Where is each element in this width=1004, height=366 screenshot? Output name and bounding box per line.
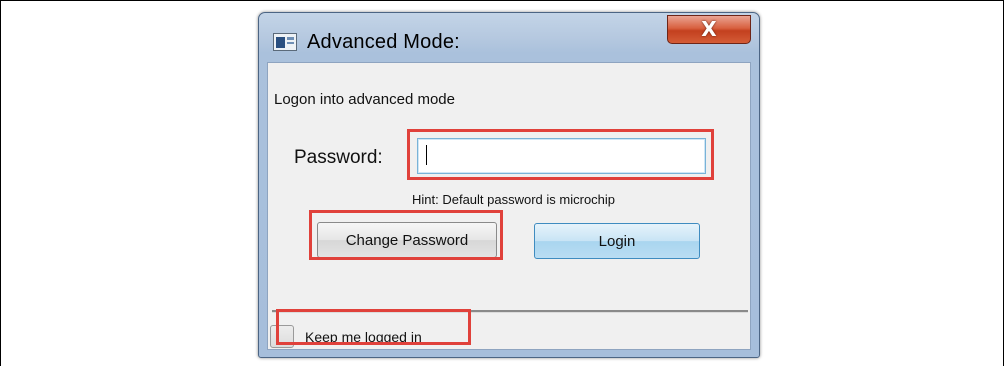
frame-edge bbox=[0, 353, 1, 366]
close-button[interactable]: X bbox=[667, 15, 751, 44]
password-label: Password: bbox=[294, 147, 383, 168]
dialog-header-text: Logon into advanced mode bbox=[274, 91, 455, 108]
dialog-window: Advanced Mode: X Logon into advanced mod… bbox=[258, 12, 760, 358]
keep-logged-in-label[interactable]: Keep me logged in bbox=[305, 329, 422, 345]
text-cursor bbox=[426, 145, 427, 165]
separator bbox=[272, 310, 748, 313]
close-icon: X bbox=[701, 17, 717, 41]
window-title: Advanced Mode: bbox=[307, 31, 460, 53]
dialog-content: Logon into advanced mode Password: Hint:… bbox=[267, 62, 751, 350]
password-input[interactable] bbox=[417, 138, 706, 174]
password-hint: Hint: Default password is microchip bbox=[412, 192, 616, 207]
login-button[interactable]: Login bbox=[534, 223, 700, 259]
change-password-button[interactable]: Change Password bbox=[317, 222, 497, 258]
app-window-icon bbox=[273, 33, 297, 51]
keep-logged-in-checkbox[interactable] bbox=[270, 325, 294, 348]
title-bar[interactable]: Advanced Mode: X bbox=[259, 13, 759, 61]
